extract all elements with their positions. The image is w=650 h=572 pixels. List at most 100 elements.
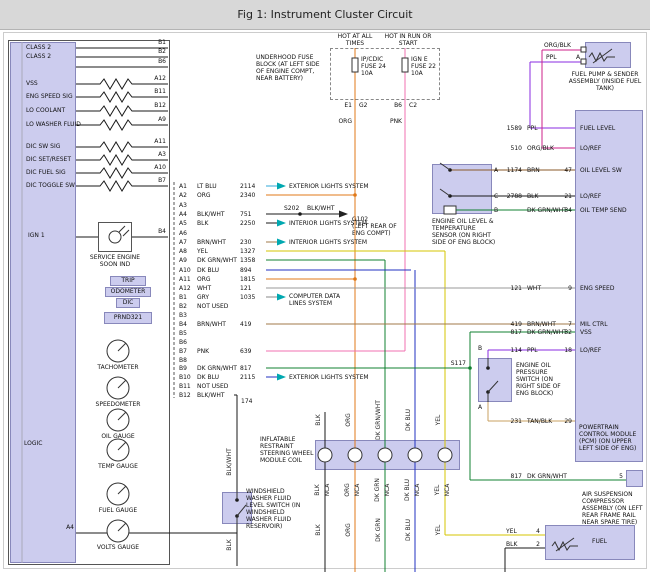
connector-pin: B11 bbox=[179, 383, 195, 390]
connector-pin: B10 bbox=[179, 374, 195, 381]
coil-wire-color-top: DK BLU bbox=[405, 398, 413, 442]
cluster-signal-label: VSS bbox=[26, 80, 96, 87]
connector-pin: A1 bbox=[179, 183, 195, 190]
underhood-fuse-block-caption: UNDERHOOD FUSE BLOCK (AT LEFT SIDE OF EN… bbox=[256, 54, 326, 82]
pcm-row-label: VSS bbox=[580, 329, 640, 336]
wire-color: BLK bbox=[506, 541, 524, 548]
coil-wire-nca: NCA bbox=[444, 468, 452, 512]
cluster-pin: A12 bbox=[140, 75, 166, 82]
wire-circuit: 2340 bbox=[240, 192, 266, 199]
pcm-pin: 29 bbox=[554, 418, 572, 425]
oil-pressure-switch-caption: ENGINE OIL PRESSURE SWITCH (ON RIGHT SID… bbox=[516, 362, 568, 397]
connector-pin: 4 bbox=[530, 528, 540, 535]
wire-circuit: 2114 bbox=[240, 183, 266, 190]
cluster-signal-label: DIC FUEL SIG bbox=[26, 169, 96, 176]
coil-wire-exit: BLK bbox=[315, 508, 323, 552]
cluster-pin: B11 bbox=[140, 88, 166, 95]
coil-wire-nca: NCA bbox=[354, 468, 362, 512]
service-engine-soon-caption: SERVICE ENGINE SOON IND bbox=[86, 254, 144, 268]
wiring-diagram-page: Fig 1: Instrument Cluster Circuit LOGIC … bbox=[0, 0, 650, 572]
cluster-pin: B12 bbox=[140, 102, 166, 109]
wire-circuit: 1174 bbox=[492, 167, 522, 174]
coil-wire-exit: DK BLU bbox=[405, 508, 413, 552]
pcm-pin: 47 bbox=[554, 167, 572, 174]
system-ref-label: EXTERIOR LIGHTS SYSTEM bbox=[289, 374, 381, 381]
connector-pin: A10 bbox=[179, 267, 195, 274]
coil-wire-exit: DK GRN bbox=[375, 508, 383, 552]
fuse-pin: G2 bbox=[359, 102, 371, 109]
coil-wire-exit: ORG bbox=[345, 508, 353, 552]
pcm-row-label: LO/REF bbox=[580, 145, 640, 152]
cluster-pin: B7 bbox=[140, 177, 166, 184]
coil-wire-color-bottom: DK BLU bbox=[404, 468, 412, 512]
coil-wire-color-top: ORG bbox=[345, 398, 353, 442]
connector-pin: A8 bbox=[179, 248, 195, 255]
wire-color: BRN/WHT bbox=[197, 239, 239, 246]
connector-pin: A2 bbox=[179, 192, 195, 199]
system-ref-label: COMPUTER DATA LINES SYSTEM bbox=[289, 293, 345, 307]
coil-wire-color-top: BLK bbox=[315, 398, 323, 442]
wire-circuit: 817 bbox=[494, 473, 522, 480]
connector-pin: A11 bbox=[179, 276, 195, 283]
fuel-box-label: FUEL bbox=[592, 538, 628, 545]
wire-color: DK GRN/WHT bbox=[527, 473, 569, 480]
wire-circuit: 1358 bbox=[240, 257, 266, 264]
wire-circuit: 2115 bbox=[240, 374, 266, 381]
wire-color: ORG bbox=[197, 276, 239, 283]
cluster-signal-label: DIC TOGGLE SW bbox=[26, 182, 96, 189]
connector-pin: B4 bbox=[179, 321, 195, 328]
pcm-pin: 34 bbox=[554, 207, 572, 214]
coil-wire-color-top: DK GRN/WHT bbox=[375, 398, 383, 442]
wire-color: ORG bbox=[197, 192, 239, 199]
cluster-pin: B1 bbox=[140, 39, 166, 46]
wire-circuit: 1035 bbox=[240, 294, 266, 301]
wire-color: PNK bbox=[388, 118, 402, 125]
pcm-row-label: LO/REF bbox=[580, 347, 640, 354]
wire-color: DK GRN/WHT bbox=[197, 365, 239, 372]
oil-level-temp-sensor-caption: ENGINE OIL LEVEL & TEMPERATURE SENSOR (O… bbox=[432, 218, 496, 246]
system-ref-label: NOT USED bbox=[197, 303, 289, 310]
pcm-pin: 7 bbox=[554, 321, 572, 328]
pcm-row-label: OIL TEMP SEND bbox=[580, 207, 640, 214]
wire-color: DK BLU bbox=[197, 267, 239, 274]
wire-circuit: 817 bbox=[492, 329, 522, 336]
wire-circuit: 231 bbox=[492, 418, 522, 425]
connector-pin: A7 bbox=[179, 239, 195, 246]
cluster-signal-label: CLASS 2 bbox=[26, 53, 96, 60]
coil-wire-nca: NCA bbox=[384, 468, 392, 512]
hot-at-all-times-label: HOT AT ALL TIMES bbox=[330, 33, 380, 47]
cluster-signal-label: DIC SW SIG bbox=[26, 143, 96, 150]
splice-label: S202 bbox=[284, 205, 304, 212]
wire-circuit: 639 bbox=[240, 348, 266, 355]
figure-title: Fig 1: Instrument Cluster Circuit bbox=[237, 8, 412, 21]
wire-color: BRN/WHT bbox=[197, 321, 239, 328]
pcm-row-label: FUEL LEVEL bbox=[580, 125, 640, 132]
wire-color: BLK/WHT bbox=[197, 211, 239, 218]
cluster-pin: A4 bbox=[48, 524, 74, 531]
gauge-label: FUEL GAUGE bbox=[78, 507, 158, 514]
connector-pin: B5 bbox=[179, 330, 195, 337]
pcm-pin: 21 bbox=[554, 193, 572, 200]
connector-pin: B1 bbox=[179, 294, 195, 301]
wire-circuit: 817 bbox=[240, 365, 266, 372]
air-suspension-connector-box bbox=[626, 470, 643, 487]
gauge-label: OIL GAUGE bbox=[78, 433, 158, 440]
wire-color: LT BLU bbox=[197, 183, 239, 190]
connector-pin: A5 bbox=[179, 220, 195, 227]
wire-color: YEL bbox=[506, 528, 524, 535]
wire-color: PNK bbox=[197, 348, 239, 355]
fuse-pin: E1 bbox=[340, 102, 352, 109]
connector-pin: A12 bbox=[179, 285, 195, 292]
air-suspension-caption: AIR SUSPENSION COMPRESSOR ASSEMBLY (ON L… bbox=[582, 491, 646, 526]
wire-circuit: 894 bbox=[240, 267, 266, 274]
cluster-pin: A3 bbox=[140, 151, 166, 158]
connector-pin: B12 bbox=[179, 392, 195, 399]
cluster-pin: A10 bbox=[140, 164, 166, 171]
wire-circuit: 2788 bbox=[492, 193, 522, 200]
wire-circuit: 1327 bbox=[240, 248, 266, 255]
wire-color: ORG/BLK bbox=[527, 145, 569, 152]
cluster-signal-label: LO WASHER FLUID bbox=[26, 121, 96, 128]
wire-circuit: 121 bbox=[492, 285, 522, 292]
pcm-row-label: ENG SPEED bbox=[580, 285, 640, 292]
gauge-label: VOLTS GAUGE bbox=[78, 544, 158, 551]
